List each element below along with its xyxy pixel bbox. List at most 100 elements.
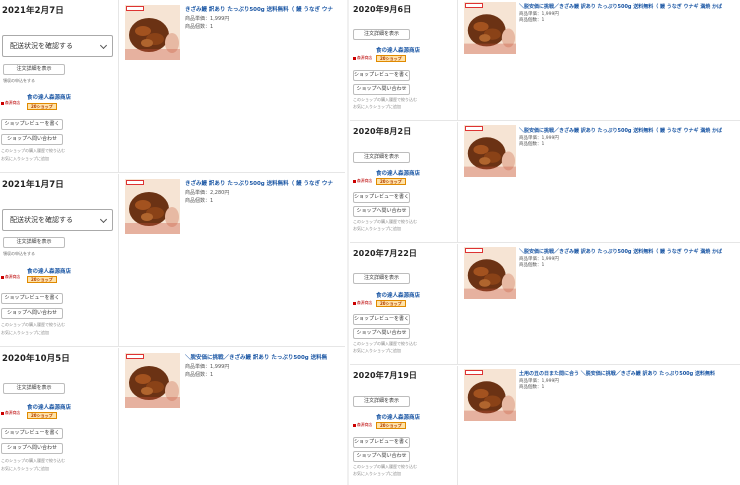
product-title-link[interactable]: きざみ鰻 訳あり たっぷり500g 送料無料（ 鰻 うなぎ ウナ — [185, 5, 333, 13]
product-image[interactable] — [125, 179, 180, 234]
product-qty: 商品個数：1 — [185, 372, 214, 378]
delivery-status-dropdown[interactable]: 配送状況を確認する — [2, 35, 113, 57]
shop-name-link[interactable]: 食の達人森源商店 — [27, 93, 71, 101]
shop-logo: 森源商店 — [1, 100, 20, 106]
product-title-link[interactable]: ＼脱安価に挑戦／きざみ鰻 訳あり たっぷり500g 送料無料（ 鰻 うなぎ ウナ… — [519, 248, 722, 255]
favorite-shop-link[interactable]: お気に入りショップに追加 — [353, 104, 401, 110]
shop-name-link[interactable]: 食の達人森源商店 — [27, 403, 71, 411]
shop-review-button[interactable]: ショップレビューを書く — [1, 119, 63, 130]
order-date: 2020年9月6日 — [353, 5, 412, 14]
filter-by-shop-link[interactable]: このショップの購入履歴で絞り込む — [353, 97, 417, 103]
shop-brand-badge — [465, 3, 483, 8]
shop-logo-icon — [1, 275, 4, 279]
order-divider — [0, 172, 345, 173]
delivery-status-label: 配送状況を確認する — [10, 216, 73, 224]
panel-divider — [347, 0, 349, 485]
shop-brand-badge — [126, 180, 144, 185]
shop-inquiry-button[interactable]: ショップへ問い合わせ — [1, 443, 63, 454]
shop-logo-icon — [353, 423, 356, 427]
favorite-shop-link[interactable]: お気に入りショップに追加 — [1, 330, 49, 336]
shop-inquiry-button[interactable]: ショップへ問い合わせ — [353, 451, 410, 462]
eel-product-illustration — [464, 125, 516, 177]
filter-by-shop-link[interactable]: このショップの購入履歴で絞り込む — [1, 458, 65, 464]
eel-product-illustration — [125, 353, 180, 408]
product-title-link[interactable]: きざみ鰻 訳あり たっぷり500g 送料無料（ 鰻 うなぎ ウナ — [185, 179, 333, 187]
shop-name-link[interactable]: 食の達人森源商店 — [376, 169, 420, 177]
shop-brand-badge — [126, 6, 144, 11]
order-divider — [350, 242, 740, 243]
order-detail-button[interactable]: 注文詳細を表示 — [3, 237, 65, 248]
filter-by-shop-link[interactable]: このショップの購入履歴で絞り込む — [1, 322, 65, 328]
order-detail-button[interactable]: 注文詳細を表示 — [353, 396, 410, 407]
shop-brand-badge — [465, 370, 483, 375]
shop-inquiry-button[interactable]: ショップへ問い合わせ — [353, 328, 410, 339]
column-divider — [457, 366, 458, 485]
receipt-link[interactable]: 領収の申込をする — [3, 251, 35, 257]
shop-logo: 森源商店 — [353, 178, 372, 184]
favorite-shop-link[interactable]: お気に入りショップに追加 — [1, 156, 49, 162]
product-image[interactable] — [125, 353, 180, 408]
shop-name-link[interactable]: 食の達人森源商店 — [376, 46, 420, 54]
shop-review-button[interactable]: ショップレビューを書く — [353, 192, 410, 203]
filter-by-shop-link[interactable]: このショップの購入履歴で絞り込む — [353, 219, 417, 225]
shop-badge: 20ショップ — [376, 178, 406, 185]
product-price: 商品単価：2,280円 — [185, 190, 230, 196]
product-image[interactable] — [464, 369, 516, 421]
order-card: 2020年7月22日 注文詳細を表示 森源商店 食の達人森源商店 20ショップ … — [350, 244, 740, 364]
chevron-down-icon — [99, 215, 108, 224]
filter-by-shop-link[interactable]: このショップの購入履歴で絞り込む — [353, 464, 417, 470]
order-card: 2020年9月6日 注文詳細を表示 森源商店 食の達人森源商店 20ショップ シ… — [350, 0, 740, 120]
order-card: 2020年7月19日 注文詳細を表示 森源商店 食の達人森源商店 20ショップ … — [350, 366, 740, 485]
filter-by-shop-link[interactable]: このショップの購入履歴で絞り込む — [353, 341, 417, 347]
product-qty: 商品個数：1 — [185, 198, 214, 204]
product-image[interactable] — [464, 125, 516, 177]
shop-inquiry-button[interactable]: ショップへ問い合わせ — [353, 84, 410, 95]
product-title-link[interactable]: ＼脱安価に挑戦／きざみ鰻 訳あり たっぷり500g 送料無料（ 鰻 うなぎ ウナ… — [519, 127, 722, 134]
favorite-shop-link[interactable]: お気に入りショップに追加 — [353, 348, 401, 354]
order-date: 2020年7月19日 — [353, 371, 417, 380]
order-card: 2020年8月2日 注文詳細を表示 森源商店 食の達人森源商店 20ショップ シ… — [350, 122, 740, 242]
filter-by-shop-link[interactable]: このショップの購入履歴で絞り込む — [1, 148, 65, 154]
order-date: 2021年2月7日 — [2, 6, 64, 16]
product-title-link[interactable]: ＼脱安価に挑戦／きざみ鰻 訳あり たっぷり500g 送料無 — [185, 353, 327, 361]
order-detail-button[interactable]: 注文詳細を表示 — [353, 273, 410, 284]
column-divider — [118, 0, 119, 172]
shop-review-button[interactable]: ショップレビューを書く — [1, 428, 63, 439]
favorite-shop-link[interactable]: お気に入りショップに追加 — [353, 471, 401, 477]
eel-product-illustration — [125, 179, 180, 234]
order-detail-button[interactable]: 注文詳細を表示 — [3, 383, 65, 394]
column-divider — [457, 0, 458, 120]
shop-logo-icon — [353, 179, 356, 183]
favorite-shop-link[interactable]: お気に入りショップに追加 — [1, 466, 49, 472]
shop-brand-badge — [465, 126, 483, 131]
shop-review-button[interactable]: ショップレビューを書く — [353, 437, 410, 448]
order-detail-button[interactable]: 注文詳細を表示 — [353, 152, 410, 163]
shop-inquiry-button[interactable]: ショップへ問い合わせ — [353, 206, 410, 217]
favorite-shop-link[interactable]: お気に入りショップに追加 — [353, 226, 401, 232]
order-date: 2020年10月5日 — [2, 354, 70, 364]
shop-name-link[interactable]: 食の達人森源商店 — [376, 413, 420, 421]
shop-review-button[interactable]: ショップレビューを書く — [1, 293, 63, 304]
shop-logo: 森源商店 — [353, 422, 372, 428]
shop-name-link[interactable]: 食の達人森源商店 — [27, 267, 71, 275]
delivery-status-dropdown[interactable]: 配送状況を確認する — [2, 209, 113, 231]
shop-logo-icon — [353, 56, 356, 60]
order-detail-button[interactable]: 注文詳細を表示 — [3, 64, 65, 75]
shop-inquiry-button[interactable]: ショップへ問い合わせ — [1, 308, 63, 319]
shop-logo: 森源商店 — [1, 410, 20, 416]
shop-review-button[interactable]: ショップレビューを書く — [353, 314, 410, 325]
product-price: 商品単価：1,999円 — [185, 364, 230, 370]
receipt-link[interactable]: 領収の申込をする — [3, 78, 35, 84]
shop-name-link[interactable]: 食の達人森源商店 — [376, 291, 420, 299]
shop-inquiry-button[interactable]: ショップへ問い合わせ — [1, 134, 63, 145]
order-detail-button[interactable]: 注文詳細を表示 — [353, 29, 410, 40]
product-title-link[interactable]: 土用の丑の日また間に合う ＼脱安価に挑戦／きざみ鰻 訳あり たっぷり500g 送… — [519, 370, 715, 377]
column-divider — [118, 348, 119, 485]
product-title-link[interactable]: ＼脱安価に挑戦／きざみ鰻 訳あり たっぷり500g 送料無料（ 鰻 うなぎ ウナ… — [519, 3, 722, 10]
product-qty: 商品個数：1 — [519, 385, 545, 390]
product-image[interactable] — [464, 247, 516, 299]
product-image[interactable] — [464, 2, 516, 54]
product-image[interactable] — [125, 5, 180, 60]
delivery-status-label: 配送状況を確認する — [10, 42, 73, 50]
shop-review-button[interactable]: ショップレビューを書く — [353, 70, 410, 81]
